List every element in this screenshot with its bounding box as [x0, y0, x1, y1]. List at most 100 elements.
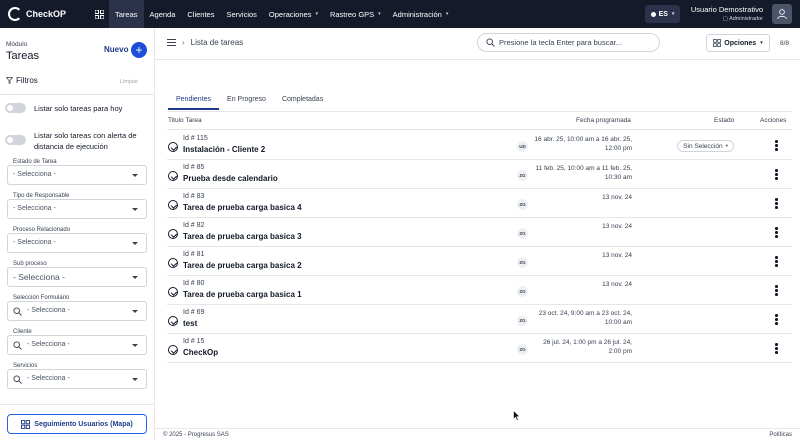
dropdown-arrow-icon: [132, 344, 138, 347]
search-icon: [13, 341, 22, 350]
map-icon: [21, 419, 31, 429]
top-navbar: CheckOP Tareas Agenda Clientes Servicios Ope…: [0, 0, 800, 28]
tipo-responsable-select[interactable]: Tipo de Responsable - Selecciona -: [7, 193, 147, 219]
task-name[interactable]: Tarea de prueba carga basica 2: [183, 261, 302, 270]
table-row[interactable]: Id # 82 Tarea de prueba carga basica 3 ZG 1…: [167, 217, 792, 246]
table-row[interactable]: Id # 15 CheckOp ZG 26 jul. 24, 1:00 pm a 26…: [167, 333, 792, 362]
search-input[interactable]: Presione la tecla Enter para buscar...: [477, 33, 660, 52]
nav-item-5[interactable]: Rastreo GPS ▾: [324, 0, 387, 28]
mouse-cursor-icon: [513, 410, 521, 421]
task-id: Id # 115: [183, 135, 208, 142]
nav-item-0[interactable]: Tareas: [109, 0, 144, 28]
more-actions-icon[interactable]: [775, 343, 779, 355]
cliente-select[interactable]: Cliente - Selecciona -: [7, 329, 147, 355]
nav-item-1[interactable]: Agenda: [144, 0, 182, 28]
field-label: Sub proceso: [12, 261, 48, 267]
tab-pendientes[interactable]: Pendientes: [168, 96, 220, 110]
task-id: Id # 69: [183, 309, 205, 316]
responsible-avatar: UD: [517, 141, 528, 152]
more-actions-icon[interactable]: [775, 314, 779, 326]
nav-item-label: Servicios: [226, 9, 257, 19]
tab-en-progreso[interactable]: En Progreso: [219, 96, 274, 110]
more-actions-icon[interactable]: [775, 256, 779, 268]
estado-tarea-select[interactable]: Estado de Tarea - Selecciona -: [7, 159, 147, 185]
toggle-distance-label: Listar solo tareas con alerta de distanc…: [34, 131, 137, 151]
more-actions-icon[interactable]: [775, 227, 779, 239]
options-button[interactable]: Opciones ▾: [706, 34, 770, 52]
toggle-today-tasks[interactable]: [5, 103, 26, 113]
check-circle-icon[interactable]: [168, 171, 178, 181]
scheduled-date: 13 nov. 24: [602, 281, 632, 288]
nav-item-4[interactable]: Operaciones ▾: [263, 0, 324, 28]
check-circle-icon[interactable]: [168, 316, 178, 326]
servicios-select[interactable]: Servicios - Selecciona -: [7, 363, 147, 389]
task-name[interactable]: Tarea de prueba carga basica 1: [183, 290, 302, 299]
search-icon: [13, 307, 22, 316]
task-name[interactable]: Prueba desde calendario: [183, 174, 278, 183]
menu-icon[interactable]: [167, 39, 176, 46]
field-value: - Selecciona -: [27, 341, 70, 348]
result-count: 8/8: [780, 40, 790, 47]
task-name[interactable]: Tarea de prueba carga basica 3: [183, 232, 302, 241]
check-circle-icon[interactable]: [168, 229, 178, 239]
nav-item-label: Tareas: [115, 9, 138, 19]
table-row[interactable]: Id # 69 test ZG 23 oct. 24, 9:00 am a 23 oc…: [167, 304, 792, 333]
check-circle-icon[interactable]: [168, 200, 178, 210]
main-nav: Tareas Agenda Clientes Servicios Operaciones…: [109, 0, 454, 28]
task-name[interactable]: Instalación - Cliente 2: [183, 145, 265, 154]
app-logo[interactable]: CheckOP: [8, 7, 80, 21]
responsible-avatar: ZG: [517, 286, 528, 297]
user-icon: [777, 9, 787, 20]
field-value: - Selecciona -: [13, 205, 56, 212]
field-label: Estado de Tarea: [12, 159, 58, 165]
more-actions-icon[interactable]: [775, 285, 779, 297]
table-row[interactable]: Id # 115 Instalación - Cliente 2 UD 16 abr.…: [167, 130, 792, 159]
table-row[interactable]: Id # 83 Tarea de prueba carga basica 4 ZG 1…: [167, 188, 792, 217]
check-circle-icon[interactable]: [168, 258, 178, 268]
seleccion-formulario-select[interactable]: Selección Formulario - Selecciona -: [7, 295, 147, 321]
toggle-distance-alert[interactable]: [5, 135, 26, 145]
table-row[interactable]: Id # 80 Tarea de prueba carga basica 1 ZG 1…: [167, 275, 792, 304]
responsible-avatar: ZG: [517, 199, 528, 210]
user-info[interactable]: Usuario Demostrativo ▢ Administrador: [691, 5, 763, 22]
more-actions-icon[interactable]: [775, 169, 779, 181]
new-label[interactable]: Nuevo: [104, 45, 128, 54]
scheduled-date: 26 jul. 24, 1:00 pm a 26 jul. 24, 2:00 p…: [543, 339, 632, 355]
check-circle-icon[interactable]: [168, 345, 178, 355]
table-row[interactable]: Id # 81 Tarea de prueba carga basica 2 ZG 1…: [167, 246, 792, 275]
task-name[interactable]: test: [183, 319, 197, 328]
proceso-relacionado-select[interactable]: Proceso Relacionado - Selecciona -: [7, 227, 147, 253]
more-actions-icon[interactable]: [775, 140, 779, 152]
task-name[interactable]: CheckOp: [183, 348, 218, 357]
nav-item-6[interactable]: Administración ▾: [387, 0, 455, 28]
table-row[interactable]: Id # 85 Prueba desde calendario ZG 11 feb. …: [167, 159, 792, 188]
policies-link[interactable]: Políticas: [769, 432, 792, 438]
tab-completadas[interactable]: Completadas: [274, 96, 331, 110]
language-selector[interactable]: ES ▾: [645, 5, 680, 23]
filter-icon: [6, 77, 13, 84]
module-label: Módulo: [6, 41, 28, 48]
check-circle-icon[interactable]: [168, 142, 178, 152]
filters-heading: Filtros: [6, 76, 38, 85]
avatar[interactable]: [772, 4, 792, 24]
divider: [0, 404, 154, 405]
more-actions-icon[interactable]: [775, 198, 779, 210]
nav-item-2[interactable]: Clientes: [181, 0, 220, 28]
responsible-avatar: ZG: [517, 170, 528, 181]
status-select[interactable]: Sin Selección ▾: [677, 140, 734, 152]
nav-item-3[interactable]: Servicios: [220, 0, 262, 28]
search-icon: [486, 38, 495, 47]
clear-filters-link[interactable]: Limpiar: [120, 79, 138, 85]
task-name[interactable]: Tarea de prueba carga basica 4: [183, 203, 302, 212]
grid-icon: [713, 39, 722, 47]
chevron-down-icon: ▾: [315, 11, 318, 17]
column-header-title: Titulo Tarea: [168, 117, 202, 124]
field-label: Tipo de Responsable: [12, 193, 71, 199]
apps-grid-icon[interactable]: [90, 9, 108, 19]
sub-proceso-select[interactable]: Sub proceso - Selecciona -: [7, 261, 147, 287]
track-users-map-button[interactable]: Seguimiento Usuarios (Mapa): [7, 414, 147, 434]
check-circle-icon[interactable]: [168, 287, 178, 297]
search-placeholder: Presione la tecla Enter para buscar...: [499, 38, 622, 47]
chevron-down-icon: ▾: [725, 143, 728, 148]
new-task-button[interactable]: +: [131, 42, 147, 58]
